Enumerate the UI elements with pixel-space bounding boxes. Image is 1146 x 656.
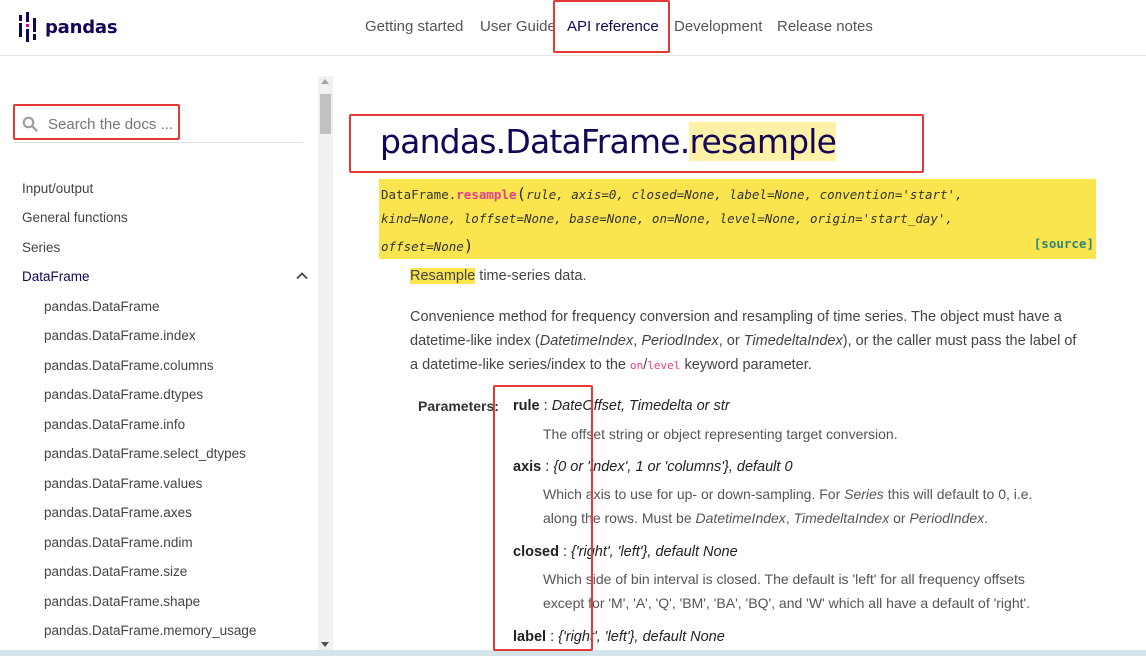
summary-rest: time-series data.	[475, 268, 587, 284]
param-axis-desc-1: Which axis to use for up- or down-sampli…	[543, 486, 1032, 502]
signature-params-1: rule, axis=0, closed=None, label=None, c…	[526, 187, 963, 202]
param-closed: closed : {'right', 'left'}, default None	[513, 544, 738, 560]
title-prefix: pandas.DataFrame.	[380, 122, 690, 161]
nav-user-guide[interactable]: User Guide	[480, 18, 556, 35]
param-name: closed	[513, 544, 559, 560]
desc-text: this will default to 0, i.e.	[883, 486, 1033, 502]
summary-highlight: Resample	[410, 268, 476, 284]
desc-text: or	[889, 510, 910, 526]
signature-params-3: offset=None	[381, 239, 464, 254]
logo-text: pandas	[45, 16, 118, 38]
param-type: DateOffset, Timedelta or str	[551, 398, 730, 414]
param-axis: axis : {0 or 'index', 1 or 'columns'}, d…	[513, 459, 793, 475]
signature-line-2: kind=None, loffset=None, base=None, on=N…	[381, 211, 953, 226]
top-navbar: pandas Getting started User Guide API re…	[0, 0, 1146, 56]
desc-text: ,	[785, 510, 794, 526]
nav-release-notes[interactable]: Release notes	[777, 18, 873, 35]
title-highlight: resample	[689, 122, 837, 161]
sidebar-subitem[interactable]: pandas.DataFrame.axes	[44, 505, 192, 520]
function-signature: DataFrame.resample(rule, axis=0, closed=…	[379, 179, 1096, 259]
search-icon	[22, 116, 38, 132]
scroll-up-arrow-icon[interactable]	[321, 79, 329, 84]
desc-datetimeindex: DatetimeIndex	[695, 510, 786, 526]
sidebar-item-series[interactable]: Series	[22, 240, 60, 255]
desc-text: Which axis to use for up- or down-sampli…	[543, 486, 845, 502]
description-line-1: Convenience method for frequency convers…	[410, 309, 1062, 325]
desc-text: keyword parameter.	[680, 357, 812, 373]
bottom-scrollbar[interactable]	[0, 650, 1146, 656]
param-sep: :	[546, 629, 559, 645]
desc-text: a datetime-like series/index to the	[410, 357, 631, 373]
desc-periodindex: PeriodIndex	[641, 333, 719, 349]
desc-timedeltaindex: TimedeltaIndex	[743, 333, 843, 349]
parameters-label: Parameters:	[418, 398, 499, 414]
desc-text: datetime-like index (	[410, 333, 540, 349]
source-link[interactable]: [source]	[1034, 236, 1094, 251]
param-name: axis	[513, 459, 542, 475]
sidebar-subitem[interactable]: pandas.DataFrame.memory_usage	[44, 623, 256, 638]
description-line-2: datetime-like index (DatetimeIndex, Peri…	[410, 333, 1076, 349]
pandas-logo[interactable]: pandas	[18, 12, 118, 42]
scroll-down-arrow-icon[interactable]	[321, 642, 329, 647]
sidebar-subitem[interactable]: pandas.DataFrame.ndim	[44, 535, 193, 550]
param-sep: :	[541, 459, 554, 475]
nav-development[interactable]: Development	[674, 18, 762, 35]
param-type: {'right', 'left'}, default None	[558, 629, 725, 645]
sidebar-subitem[interactable]: pandas.DataFrame.values	[44, 476, 202, 491]
desc-text: .	[984, 510, 989, 526]
param-name: rule	[513, 398, 540, 414]
param-sep: :	[539, 398, 552, 414]
pandas-logo-icon	[19, 12, 36, 42]
sidebar-subitem[interactable]: pandas.DataFrame.shape	[44, 594, 200, 609]
chevron-up-icon[interactable]	[296, 271, 308, 280]
param-label: label : {'right', 'left'}, default None	[513, 629, 725, 645]
sidebar-subitem[interactable]: pandas.DataFrame.select_dtypes	[44, 446, 246, 461]
desc-timedeltaindex: TimedeltaIndex	[793, 510, 890, 526]
nav-getting-started[interactable]: Getting started	[365, 18, 463, 35]
sidebar-subitem[interactable]: pandas.DataFrame.index	[44, 328, 196, 343]
sidebar-item-dataframe[interactable]: DataFrame	[22, 269, 90, 284]
scrollbar-thumb[interactable]	[320, 94, 331, 134]
param-name: label	[513, 629, 547, 645]
desc-text: along the rows. Must be	[543, 510, 696, 526]
signature-close-paren: )	[463, 236, 474, 255]
nav-api-reference[interactable]: API reference	[567, 18, 659, 35]
signature-function: resample	[456, 187, 517, 202]
inline-code-on: on	[630, 359, 644, 372]
param-type: {'right', 'left'}, default None	[571, 544, 738, 560]
param-closed-desc-1: Which side of bin interval is closed. Th…	[543, 571, 1025, 587]
signature-line-1: DataFrame.resample(rule, axis=0, closed=…	[381, 184, 963, 203]
sidebar-scrollbar[interactable]	[318, 76, 333, 651]
summary: Resample time-series data.	[410, 268, 587, 284]
param-sep: :	[558, 544, 572, 560]
page-title: pandas.DataFrame.resample	[380, 122, 837, 161]
sidebar-subitem[interactable]: pandas.DataFrame	[44, 299, 160, 314]
search-input[interactable]	[48, 115, 178, 133]
sidebar-subitem[interactable]: pandas.DataFrame.dtypes	[44, 387, 203, 402]
signature-open-paren: (	[516, 184, 527, 203]
description-line-3: a datetime-like series/index to the on/l…	[410, 357, 812, 373]
param-type: {0 or 'index', 1 or 'columns'}, default …	[553, 459, 793, 475]
param-axis-desc-2: along the rows. Must be DatetimeIndex, T…	[543, 510, 988, 526]
sidebar-subitem[interactable]: pandas.DataFrame.size	[44, 564, 187, 579]
sidebar-subitem[interactable]: pandas.DataFrame.columns	[44, 358, 214, 373]
signature-line-3: offset=None)	[381, 236, 473, 255]
param-closed-desc-2: except for 'M', 'A', 'Q', 'BM', 'BA', 'B…	[543, 595, 1031, 611]
param-rule-desc: The offset string or object representing…	[543, 426, 898, 442]
sidebar-item-input-output[interactable]: Input/output	[22, 181, 93, 196]
signature-object: DataFrame.	[381, 187, 457, 202]
sidebar-item-general-functions[interactable]: General functions	[22, 210, 128, 225]
search-box[interactable]	[22, 112, 180, 136]
desc-text: ), or the caller must pass the label of	[842, 333, 1077, 349]
desc-datetimeindex: DatetimeIndex	[539, 333, 634, 349]
desc-periodindex: PeriodIndex	[909, 510, 985, 526]
sidebar-subitem[interactable]: pandas.DataFrame.info	[44, 417, 185, 432]
desc-series: Series	[844, 486, 884, 502]
signature-params-2: kind=None, loffset=None, base=None, on=N…	[381, 211, 953, 226]
search-divider	[14, 142, 303, 143]
inline-code-level: level	[647, 359, 681, 372]
desc-text: , or	[718, 333, 744, 349]
param-rule: rule : DateOffset, Timedelta or str	[513, 398, 730, 414]
